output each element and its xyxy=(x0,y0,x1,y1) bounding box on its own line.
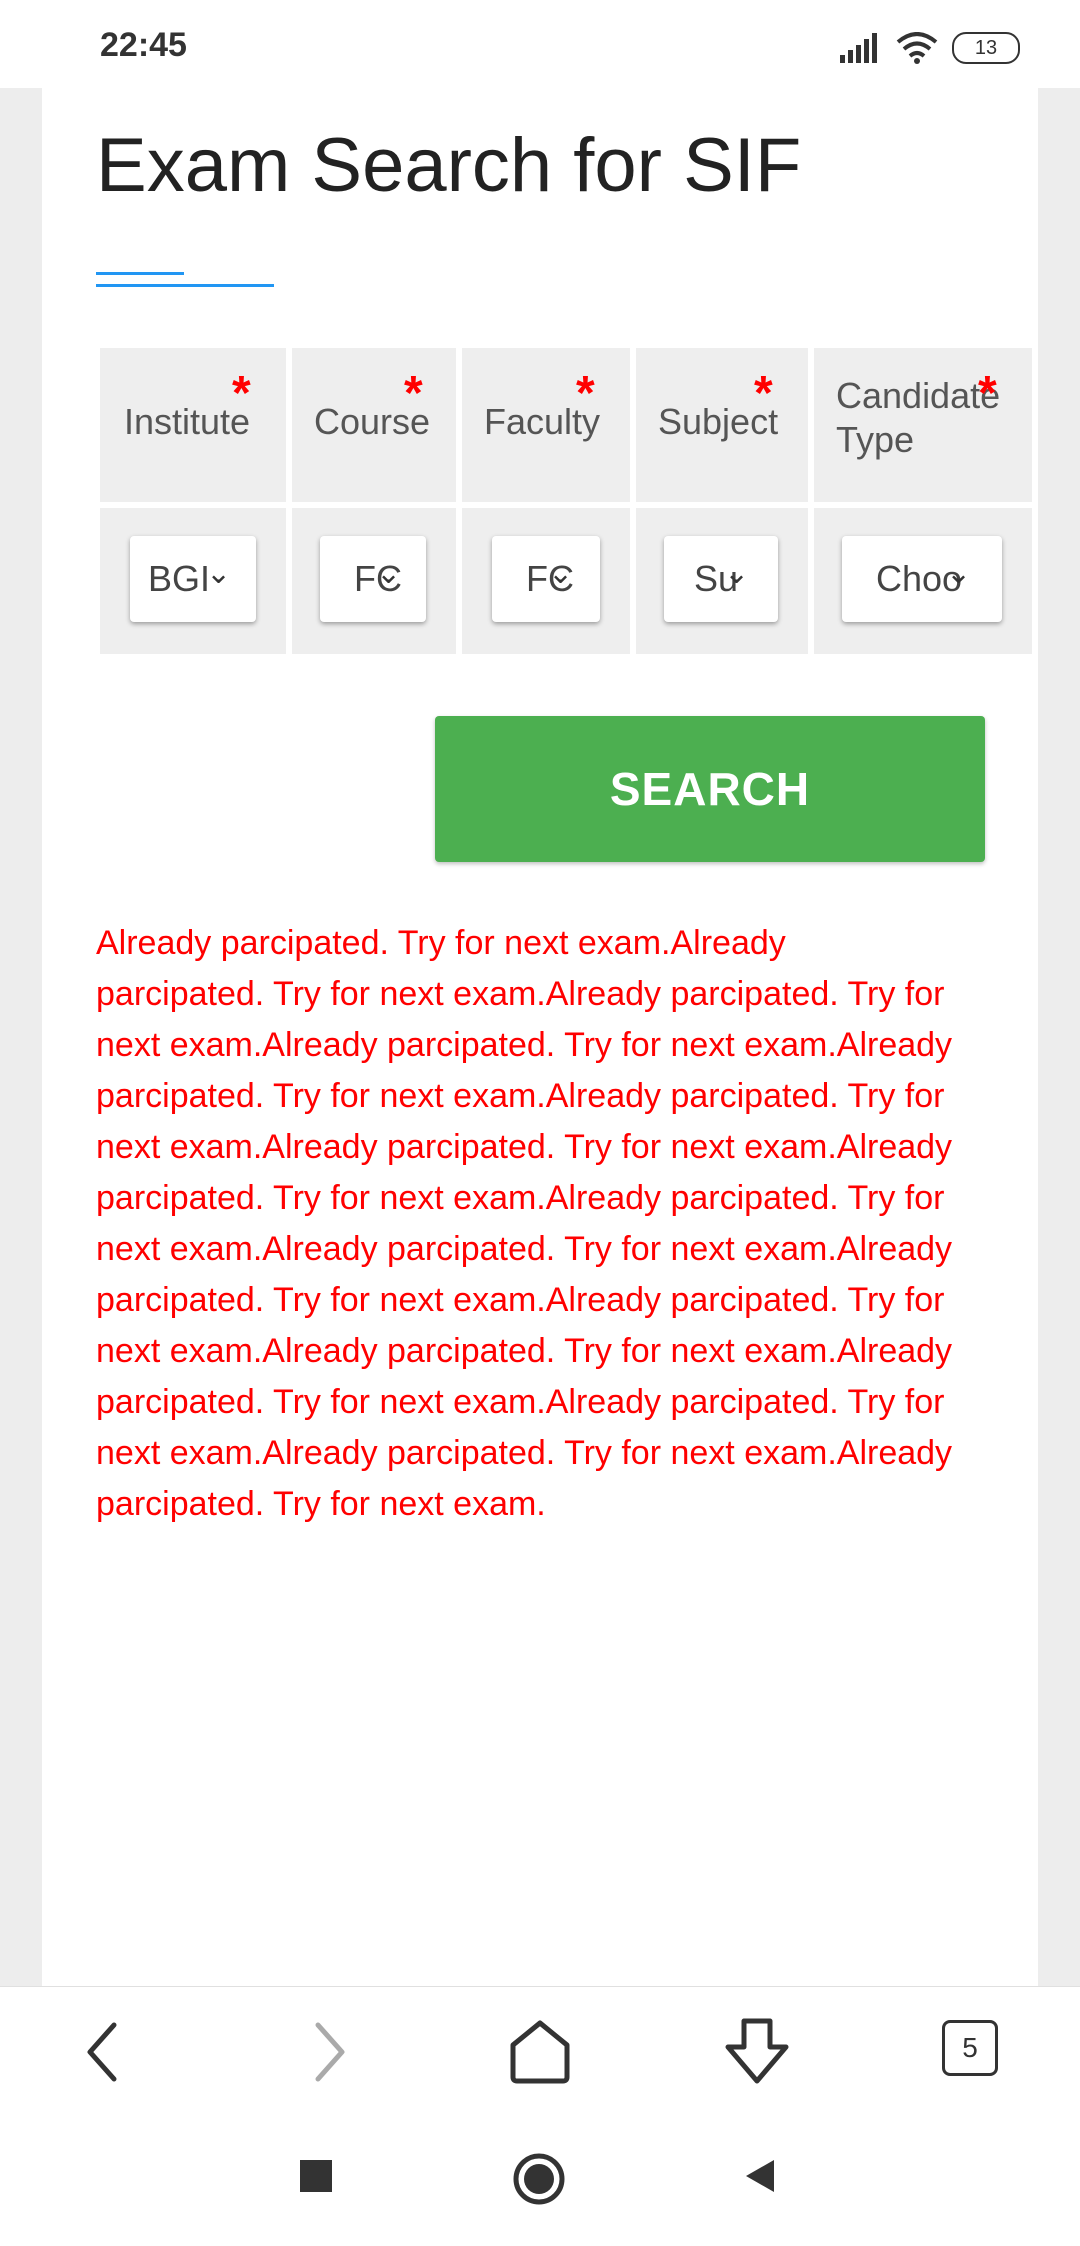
select-cell-candidate-type: Choo ⌄ xyxy=(814,508,1032,654)
select-cell-course: FC ⌄ xyxy=(292,508,456,654)
chevron-down-icon: ⌄ xyxy=(946,557,972,590)
download-icon[interactable] xyxy=(722,2017,792,2087)
select-cell-subject: Su ⌄ xyxy=(636,508,808,654)
status-time: 22:45 xyxy=(100,26,187,64)
battery-level: 13 xyxy=(974,37,998,59)
candidate-type-select[interactable]: Choo ⌄ xyxy=(842,536,1002,622)
required-marker: * xyxy=(754,367,773,420)
page-title: Exam Search for SIF xyxy=(96,123,802,208)
tabs-button[interactable]: 5 xyxy=(942,2020,998,2076)
home-icon[interactable] xyxy=(505,2017,575,2087)
home-circle-icon[interactable] xyxy=(512,2152,566,2206)
header-cell-institute: Institute * xyxy=(100,348,286,502)
institute-select[interactable]: BGI ⌄ xyxy=(130,536,256,622)
header-label-candidate-type: Candidate Type xyxy=(836,374,1000,462)
header-cell-faculty: Faculty * xyxy=(462,348,630,502)
title-underline xyxy=(96,272,184,275)
signal-icon xyxy=(840,33,877,63)
search-button[interactable]: SEARCH xyxy=(435,716,985,862)
title-underline xyxy=(96,284,274,287)
wifi-icon xyxy=(896,32,938,64)
faculty-select[interactable]: FC ⌄ xyxy=(492,536,600,622)
institute-select-value: BGI xyxy=(148,558,211,599)
battery-icon: 13 xyxy=(952,32,1020,64)
chevron-down-icon: ⌄ xyxy=(376,557,402,590)
back-triangle-icon[interactable] xyxy=(740,2156,780,2196)
required-marker: * xyxy=(978,367,997,420)
tab-count: 5 xyxy=(962,2032,978,2063)
required-marker: * xyxy=(576,367,595,420)
required-marker: * xyxy=(232,367,251,420)
subject-select[interactable]: Su ⌄ xyxy=(664,536,778,622)
system-nav-bar xyxy=(0,2116,1080,2246)
recents-icon[interactable] xyxy=(296,2156,336,2196)
select-cell-institute: BGI ⌄ xyxy=(100,508,286,654)
course-select[interactable]: FC ⌄ xyxy=(320,536,426,622)
select-cell-faculty: FC ⌄ xyxy=(462,508,630,654)
required-marker: * xyxy=(404,367,423,420)
header-cell-candidate-type: Candidate Type * xyxy=(814,348,1032,502)
header-cell-course: Course * xyxy=(292,348,456,502)
status-bar: 22:45 13 xyxy=(0,0,1080,88)
status-icons: 13 xyxy=(840,28,1020,68)
chevron-down-icon: ⌄ xyxy=(724,557,750,590)
header-cell-subject: Subject * xyxy=(636,348,808,502)
header-label-candidate-line2: Type xyxy=(836,419,915,460)
back-arrow-icon[interactable] xyxy=(72,2017,142,2087)
header-label-candidate-line1: Candidate xyxy=(836,375,1001,416)
error-message: Already parcipated. Try for next exam.Al… xyxy=(96,924,953,1523)
chevron-down-icon: ⌄ xyxy=(206,557,232,590)
browser-nav-bar xyxy=(0,1986,1080,2117)
forward-arrow-icon[interactable] xyxy=(290,2017,360,2087)
chevron-down-icon: ⌄ xyxy=(548,557,574,590)
